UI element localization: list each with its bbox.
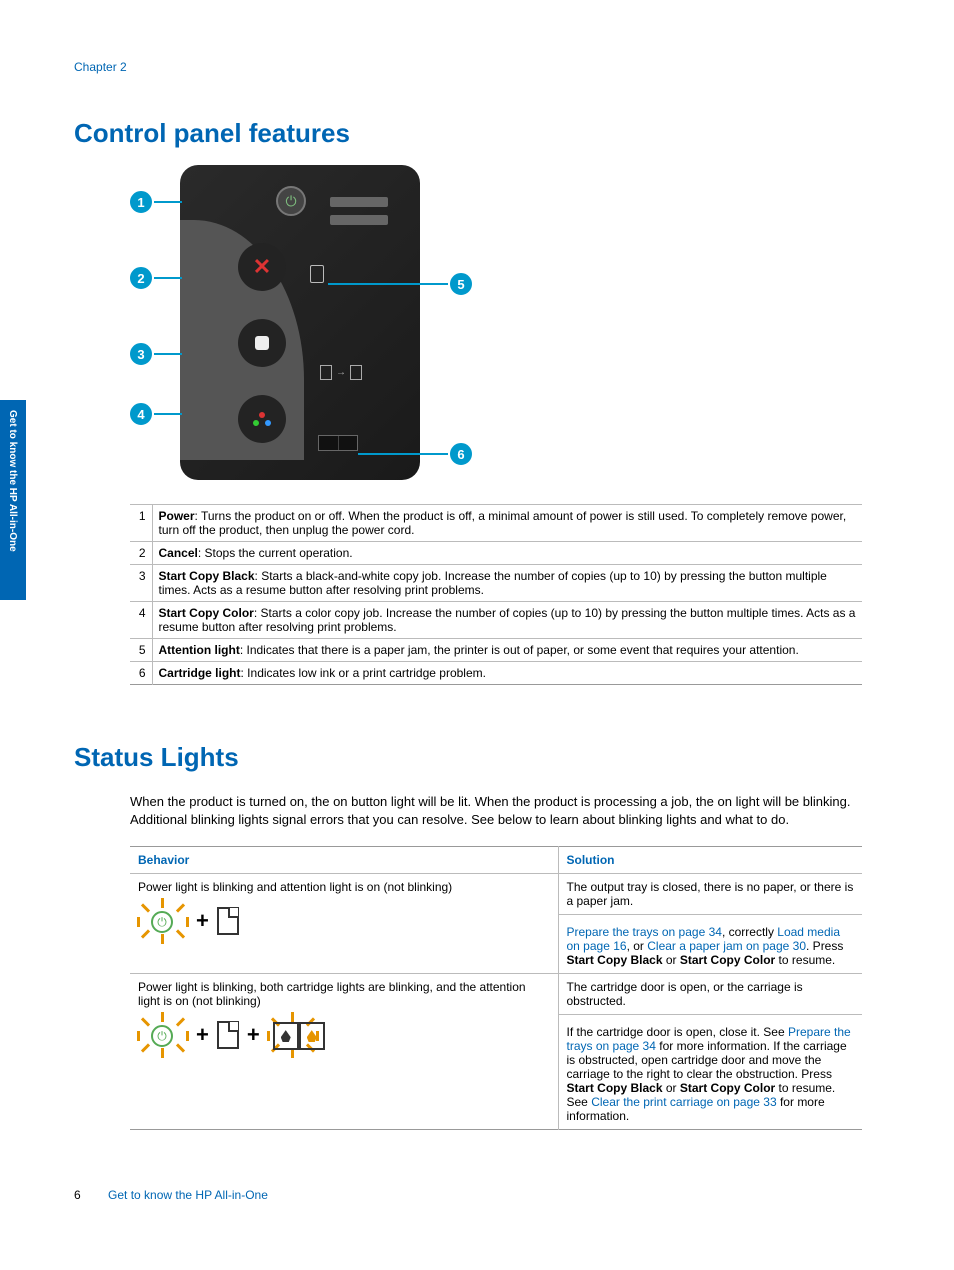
footer-title: Get to know the HP All-in-One xyxy=(108,1188,268,1202)
link-prepare-trays[interactable]: Prepare the trays on page 34 xyxy=(567,925,722,939)
behavior-text-1: Power light is blinking and attention li… xyxy=(138,880,452,894)
callout-5: 5 xyxy=(450,273,472,295)
plus-icon: + xyxy=(247,1022,260,1048)
feature-desc: Power: Turns the product on or off. When… xyxy=(152,505,862,542)
feature-num: 5 xyxy=(130,639,152,662)
copy-indicator: → xyxy=(320,365,362,380)
feature-row: 5Attention light: Indicates that there i… xyxy=(130,639,862,662)
feature-row: 2Cancel: Stops the current operation. xyxy=(130,542,862,565)
callout-6: 6 xyxy=(450,443,472,465)
solution-cell-1: The output tray is closed, there is no p… xyxy=(558,874,862,974)
col-solution: Solution xyxy=(558,847,862,874)
feature-num: 3 xyxy=(130,565,152,602)
feature-desc: Start Copy Black: Starts a black-and-whi… xyxy=(152,565,862,602)
behavior-icons-2: ⏻ + + xyxy=(138,1014,550,1056)
feature-row: 3Start Copy Black: Starts a black-and-wh… xyxy=(130,565,862,602)
cartridge-lights-graphic xyxy=(318,435,358,451)
grille-lines xyxy=(330,197,388,233)
device-illustration: ⏻ ✕ → xyxy=(180,165,420,480)
side-tab-text: Get to know the HP All-in-One xyxy=(7,410,18,552)
sol2-body: If the cartridge door is open, close it.… xyxy=(567,1021,855,1123)
status-table: Behavior Solution Power light is blinkin… xyxy=(130,846,862,1130)
feature-desc: Start Copy Color: Starts a color copy jo… xyxy=(152,602,862,639)
feature-desc: Cancel: Stops the current operation. xyxy=(152,542,862,565)
callout-1: 1 xyxy=(130,191,152,213)
callout-4: 4 xyxy=(130,403,152,425)
blinking-cartridge-icon xyxy=(268,1014,318,1056)
attention-icon xyxy=(217,1021,239,1049)
sol1-top: The output tray is closed, there is no p… xyxy=(567,880,855,908)
plus-icon: + xyxy=(196,908,209,934)
chapter-label: Chapter 2 xyxy=(74,60,127,74)
col-behavior: Behavior xyxy=(130,847,558,874)
solution-cell-2: The cartridge door is open, or the carri… xyxy=(558,974,862,1130)
feature-row: 4Start Copy Color: Starts a color copy j… xyxy=(130,602,862,639)
status-intro: When the product is turned on, the on bu… xyxy=(130,793,864,828)
feature-row: 6Cartridge light: Indicates low ink or a… xyxy=(130,662,862,685)
sol2-top: The cartridge door is open, or the carri… xyxy=(567,980,855,1008)
behavior-cell-2: Power light is blinking, both cartridge … xyxy=(130,974,558,1130)
sol1-body: Prepare the trays on page 34, correctly … xyxy=(567,921,855,967)
link-clear-jam[interactable]: Clear a paper jam on page 30 xyxy=(647,939,806,953)
plus-icon: + xyxy=(196,1022,209,1048)
power-icon: ⏻ xyxy=(285,193,296,210)
heading-control-panel: Control panel features xyxy=(74,118,350,149)
heading-status-lights: Status Lights xyxy=(74,742,864,773)
behavior-text-2: Power light is blinking, both cartridge … xyxy=(138,980,526,1008)
callout-3: 3 xyxy=(130,343,152,365)
callout-2: 2 xyxy=(130,267,152,289)
feature-desc: Cartridge light: Indicates low ink or a … xyxy=(152,662,862,685)
link-clear-carriage[interactable]: Clear the print carriage on page 33 xyxy=(591,1095,776,1109)
attention-icon xyxy=(217,907,239,935)
feature-num: 1 xyxy=(130,505,152,542)
side-tab: Get to know the HP All-in-One xyxy=(0,400,26,600)
blinking-power-icon: ⏻ xyxy=(138,1014,188,1056)
feature-num: 6 xyxy=(130,662,152,685)
page-footer: 6 Get to know the HP All-in-One xyxy=(74,1188,268,1202)
power-button-graphic: ⏻ xyxy=(276,186,306,216)
behavior-icons-1: ⏻ + xyxy=(138,900,550,942)
feature-desc: Attention light: Indicates that there is… xyxy=(152,639,862,662)
copy-black-button-graphic xyxy=(238,319,286,367)
behavior-cell-1: Power light is blinking and attention li… xyxy=(130,874,558,974)
cancel-button-graphic: ✕ xyxy=(238,243,286,291)
feature-num: 4 xyxy=(130,602,152,639)
page-number: 6 xyxy=(74,1188,81,1202)
copy-color-button-graphic xyxy=(238,395,286,443)
control-panel-figure: ⏻ ✕ → 1 2 3 4 5 6 xyxy=(130,165,490,485)
attention-light-graphic xyxy=(310,265,324,283)
blinking-power-icon: ⏻ xyxy=(138,900,188,942)
feature-num: 2 xyxy=(130,542,152,565)
features-table: 1Power: Turns the product on or off. Whe… xyxy=(130,504,862,685)
x-icon: ✕ xyxy=(253,254,271,280)
feature-row: 1Power: Turns the product on or off. Whe… xyxy=(130,505,862,542)
